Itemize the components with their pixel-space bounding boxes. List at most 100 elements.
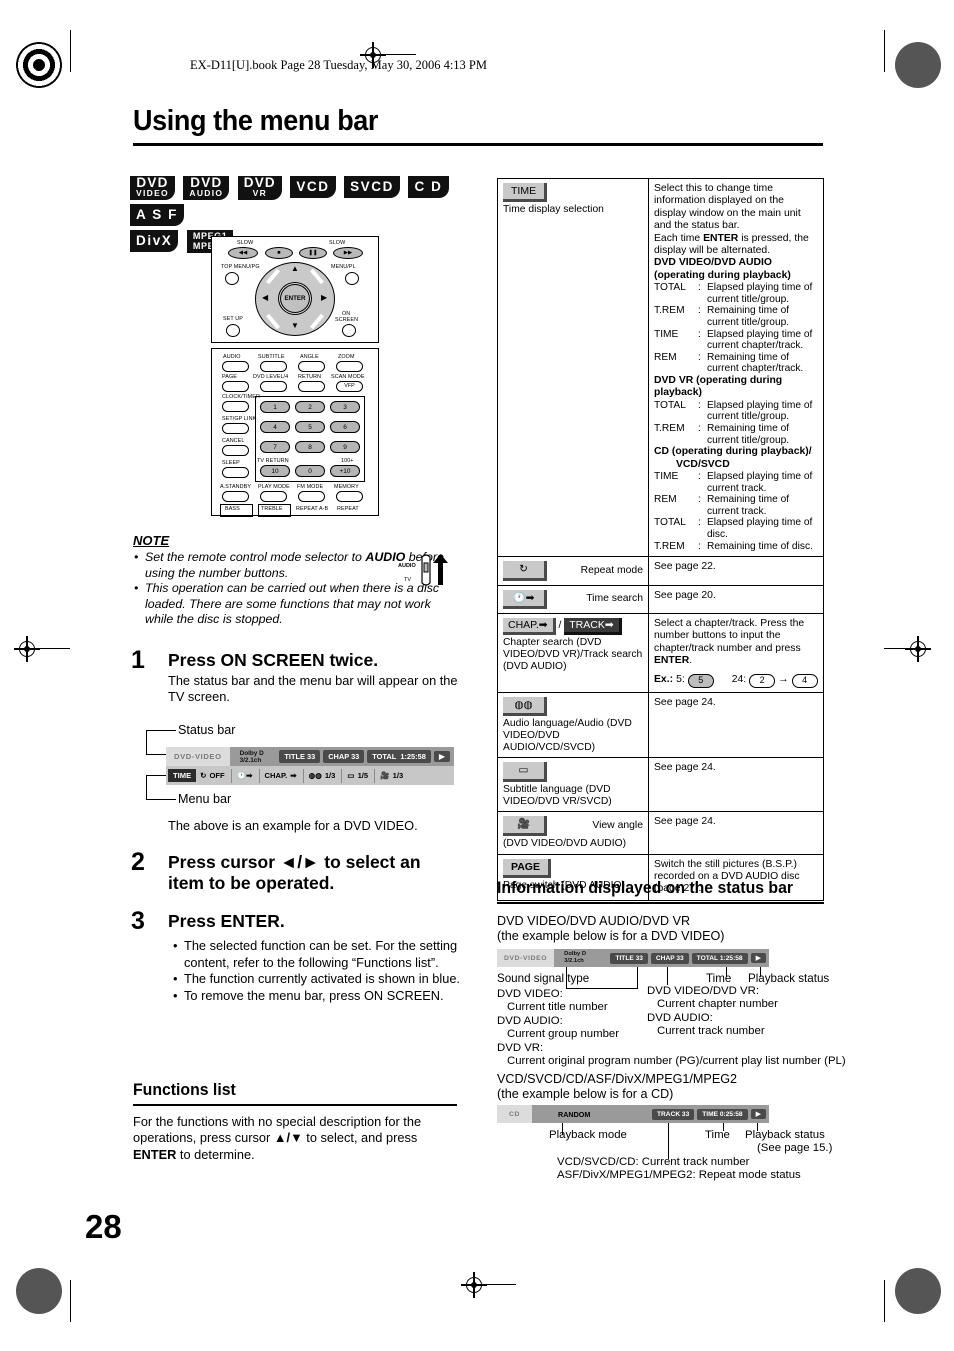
number-key-9[interactable]: 9 xyxy=(330,441,360,453)
number-key-plus10[interactable]: +10 xyxy=(330,465,360,477)
registration-mark-top-right xyxy=(895,42,941,88)
subtitle-button[interactable] xyxy=(260,361,287,372)
return-button[interactable] xyxy=(298,381,325,392)
stop-button[interactable]: ■ xyxy=(265,247,293,259)
number-key-2[interactable]: 2 xyxy=(295,401,325,413)
menu-bar-leader-h2 xyxy=(146,775,166,777)
cursor-dpad[interactable]: ENTER ▲ ▼ ◀ ▶ xyxy=(255,262,335,336)
functions-list-body: For the functions with no special descri… xyxy=(133,1114,463,1163)
dvd-statusbar-example: DVD-VIDEO Dolby D 3/2.1ch TITLE 33 CHAP … xyxy=(497,949,769,967)
cursor-right-icon[interactable]: ▶ xyxy=(321,294,327,302)
play-mode-button[interactable] xyxy=(260,491,287,502)
menu-bar-callout-label: Menu bar xyxy=(178,792,232,806)
stop-icon: ■ xyxy=(277,250,281,256)
def-value: Remaining time of current chapter/track. xyxy=(707,351,804,375)
def-colon: : xyxy=(698,540,701,552)
def-key: TOTAL xyxy=(654,517,686,529)
number-key-4[interactable]: 4 xyxy=(260,421,290,433)
time-button-graphic[interactable]: TIME xyxy=(503,183,548,203)
repeat-mode-button-graphic[interactable]: ↻ xyxy=(503,561,547,581)
number-key-3[interactable]: 3 xyxy=(330,401,360,413)
number-key-1[interactable]: 1 xyxy=(260,401,290,413)
on-screen-button[interactable] xyxy=(342,324,356,337)
chapter-search-desc-pre: Select a chapter/track. Press the number… xyxy=(654,617,805,654)
memory-label: MEMORY xyxy=(334,484,359,490)
enter-button[interactable]: ENTER xyxy=(280,284,310,313)
number-key-0[interactable]: 0 xyxy=(295,465,325,477)
cancel-button[interactable] xyxy=(222,445,249,456)
cursor-up-icon[interactable]: ▲ xyxy=(291,265,299,273)
repeat-row-label: Repeat mode xyxy=(580,564,643,576)
menu-item-angle[interactable]: 🎥 1/3 xyxy=(380,771,403,780)
number-key-8[interactable]: 8 xyxy=(295,441,325,453)
functions-list-body-3: to determine. xyxy=(176,1146,255,1162)
dvd-statusbar-disc: DVD-VIDEO xyxy=(497,949,555,967)
page-button[interactable] xyxy=(222,381,249,392)
audio-language-button-graphic[interactable]: ◍◍ xyxy=(503,696,547,716)
memory-button[interactable] xyxy=(336,491,363,502)
time-desc-p2-pre: Each time xyxy=(654,232,704,244)
table-row-view-angle: 🎥 View angle (DVD VIDEO/DVD AUDIO) See p… xyxy=(497,811,824,855)
cd-callout-playback-mode: Playback mode xyxy=(549,1129,627,1141)
status-bar-leader-h2 xyxy=(146,754,166,756)
page-button-graphic[interactable]: PAGE xyxy=(503,858,551,878)
number-key-7[interactable]: 7 xyxy=(260,441,290,453)
chapter-button-graphic[interactable]: CHAP.➡ xyxy=(503,617,556,636)
step-3-heading: Press ENTER. xyxy=(168,911,285,931)
sleep-button[interactable] xyxy=(222,467,249,478)
track-button-label: TRACK xyxy=(569,618,605,631)
number-key-5[interactable]: 5 xyxy=(295,421,325,433)
time-def-trem-1: T.REM: Remaining time of current title/gr… xyxy=(654,305,818,328)
clock-timer-button[interactable] xyxy=(222,401,249,412)
audio-button[interactable] xyxy=(222,361,249,372)
track-button-graphic[interactable]: TRACK➡ xyxy=(564,617,622,636)
menu-item-audio[interactable]: ◍◍ 1/3 xyxy=(309,771,336,780)
info-section-heading: Information displayed on the status bar xyxy=(497,878,794,897)
status-bar-example: DVD-VIDEO Dolby D 3/2.1ch TITLE 33 CHAP … xyxy=(166,747,454,785)
top-menu-button[interactable] xyxy=(225,272,239,285)
zoom-button[interactable] xyxy=(336,361,363,372)
table-row-time: TIME Time display selection Select this … xyxy=(497,177,824,558)
def-value: Remaining time of disc. xyxy=(707,540,813,552)
def-key: REM xyxy=(654,494,677,506)
view-angle-button-graphic[interactable]: 🎥 xyxy=(503,816,547,836)
example-b-key2: 4 xyxy=(791,673,818,688)
number-key-10[interactable]: 10 xyxy=(260,465,290,477)
set-up-button[interactable] xyxy=(226,324,240,337)
dvd-video-example-caption: The above is an example for a DVD VIDEO. xyxy=(168,818,418,833)
dvd-level-button[interactable] xyxy=(260,381,287,392)
menu-item-repeat[interactable]: ↻ OFF xyxy=(200,771,225,780)
angle-button[interactable] xyxy=(298,361,325,372)
menu-item-subtitle[interactable]: ▭ 1/5 xyxy=(347,771,368,780)
menu-item-time[interactable]: TIME xyxy=(168,769,197,782)
subtitle-language-button-graphic[interactable]: ▭ xyxy=(503,762,547,782)
zoom-key-label: ZOOM xyxy=(338,354,355,360)
a-standby-button[interactable] xyxy=(222,491,249,502)
dvd-level-key-label: DVD LEVEL/4 xyxy=(253,374,289,380)
cd-time-value: 0:25:58 xyxy=(719,1110,743,1118)
menu-item-time-search[interactable]: 🕐➡ xyxy=(237,771,253,780)
scan-mode-button[interactable]: VFP xyxy=(336,381,363,392)
set-gp-link-button[interactable] xyxy=(222,423,249,434)
pause-button[interactable]: ❚❚ xyxy=(299,247,327,259)
audio-icon: ◍◍ xyxy=(514,698,533,711)
badge-dvd-video: DVD VIDEO xyxy=(130,176,175,200)
menu-divider-5 xyxy=(374,768,376,783)
forward-button[interactable]: ▶▶ xyxy=(333,247,363,259)
dvd-right-line-3: DVD AUDIO: xyxy=(647,1011,713,1024)
reverse-button[interactable]: ◀◀ xyxy=(228,247,258,259)
def-colon: : xyxy=(698,305,701,317)
cursor-left-icon[interactable]: ◀ xyxy=(262,294,268,302)
badge-line2: VR xyxy=(252,188,268,198)
number-key-6[interactable]: 6 xyxy=(330,421,360,433)
def-colon: : xyxy=(698,423,701,434)
menu-item-chapter[interactable]: CHAP. ➡ xyxy=(265,771,297,780)
audio-language-caption: Audio language/Audio (DVD VIDEO/DVD AUDI… xyxy=(503,718,632,753)
fm-mode-button[interactable] xyxy=(298,491,325,502)
time-search-button-graphic[interactable]: 🕐➡ xyxy=(503,589,547,609)
menu-pl-button[interactable] xyxy=(345,272,359,285)
crop-line-right-middle-h xyxy=(884,648,926,650)
step-2-heading: Press cursor ◄/► to select an item to be… xyxy=(168,852,421,893)
cursor-down-icon[interactable]: ▼ xyxy=(291,322,299,330)
page-number: 28 xyxy=(85,1208,122,1245)
